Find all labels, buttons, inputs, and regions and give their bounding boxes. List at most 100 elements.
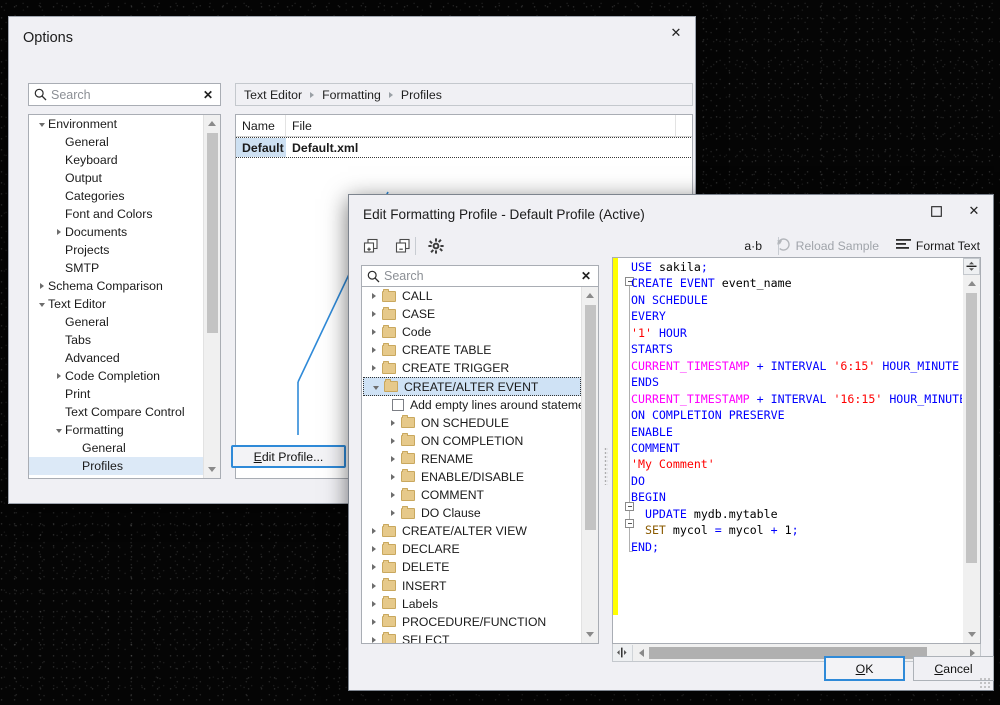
chevron-right-icon[interactable] bbox=[52, 229, 65, 235]
breadcrumb-item[interactable]: Text Editor bbox=[244, 88, 302, 102]
formatting-search-box[interactable]: ✕ bbox=[361, 265, 599, 287]
scroll-down-icon[interactable] bbox=[204, 461, 220, 478]
sidebar-item-smtp[interactable]: SMTP bbox=[29, 259, 203, 277]
formatting-tree[interactable]: CALL CASE Code CREATE TABLE CREATE TRIGGER CR… bbox=[362, 287, 582, 643]
expand-all-icon[interactable] bbox=[358, 233, 384, 259]
sidebar-item-text-editor[interactable]: Text Editor bbox=[29, 295, 203, 313]
scroll-down-icon[interactable] bbox=[582, 626, 598, 643]
sidebar-item-general[interactable]: General bbox=[29, 133, 203, 151]
column-header-file[interactable]: File bbox=[286, 115, 676, 136]
column-header-name[interactable]: Name bbox=[236, 115, 286, 136]
scroll-down-icon[interactable] bbox=[963, 626, 980, 643]
sidebar-item-schema-comparison[interactable]: Schema Comparison bbox=[29, 277, 203, 295]
format-text-button[interactable]: Format Text bbox=[891, 233, 985, 259]
chevron-right-icon[interactable] bbox=[366, 546, 382, 553]
sql-code[interactable]: USE sakila; CREATE EVENT event_name ON SCH… bbox=[631, 259, 962, 615]
ab-toggle-button[interactable]: a·b bbox=[739, 233, 767, 259]
scroll-up-icon[interactable] bbox=[582, 287, 598, 304]
chevron-right-icon[interactable] bbox=[385, 473, 401, 480]
chevron-down-icon[interactable] bbox=[52, 428, 65, 433]
sidebar-item-text-compare-control[interactable]: Text Compare Control bbox=[29, 403, 203, 421]
tree-item-on-schedule[interactable]: ON SCHEDULE bbox=[362, 414, 582, 432]
tree-item-delete[interactable]: DELETE bbox=[362, 558, 582, 576]
tree-item-select[interactable]: SELECT bbox=[362, 631, 582, 643]
scroll-up-icon[interactable] bbox=[963, 275, 980, 292]
editor-vertical-scrollbar[interactable] bbox=[963, 275, 980, 643]
clear-icon[interactable]: ✕ bbox=[574, 269, 598, 283]
scroll-left-icon[interactable] bbox=[633, 648, 649, 657]
sidebar-item-general[interactable]: General bbox=[29, 313, 203, 331]
table-row[interactable]: Default Default.xml bbox=[236, 137, 692, 158]
options-tree[interactable]: Environment General Keyboard Output Categori… bbox=[29, 115, 203, 478]
chevron-right-icon[interactable] bbox=[35, 283, 48, 289]
reload-sample-button[interactable]: Reload Sample bbox=[771, 233, 884, 259]
scroll-up-icon[interactable] bbox=[204, 115, 220, 132]
chevron-right-icon[interactable] bbox=[366, 600, 382, 607]
sidebar-item-font-and-colors[interactable]: Font and Colors bbox=[29, 205, 203, 223]
options-tree-scrollbar[interactable] bbox=[203, 115, 220, 478]
tree-item-call[interactable]: CALL bbox=[362, 287, 582, 305]
sidebar-item-print[interactable]: Print bbox=[29, 385, 203, 403]
chevron-right-icon[interactable] bbox=[366, 293, 382, 300]
sql-sample-editor[interactable]: USE sakila; CREATE EVENT event_name ON SCH… bbox=[612, 257, 981, 644]
sidebar-item-keyboard[interactable]: Keyboard bbox=[29, 151, 203, 169]
tree-item-on-completion[interactable]: ON COMPLETION bbox=[362, 432, 582, 450]
breadcrumb-item[interactable]: Profiles bbox=[401, 88, 442, 102]
scrollbar-thumb[interactable] bbox=[207, 133, 218, 333]
options-search-box[interactable]: ✕ bbox=[28, 83, 221, 106]
tree-item-create-alter-event[interactable]: CREATE/ALTER EVENT bbox=[363, 377, 581, 396]
sidebar-item-projects[interactable]: Projects bbox=[29, 241, 203, 259]
sidebar-item-documents[interactable]: Documents bbox=[29, 223, 203, 241]
sidebar-item-general[interactable]: General bbox=[29, 439, 203, 457]
tree-item-labels[interactable]: Labels bbox=[362, 595, 582, 613]
chevron-down-icon[interactable] bbox=[368, 385, 384, 390]
tree-item-create-table[interactable]: CREATE TABLE bbox=[362, 341, 582, 359]
tree-item-insert[interactable]: INSERT bbox=[362, 577, 582, 595]
tree-item-declare[interactable]: DECLARE bbox=[362, 540, 582, 558]
editor-split-handle[interactable] bbox=[963, 258, 980, 275]
chevron-right-icon[interactable] bbox=[385, 419, 401, 426]
chevron-right-icon[interactable] bbox=[366, 582, 382, 589]
pane-splitter[interactable] bbox=[601, 287, 611, 644]
ok-button[interactable]: OK bbox=[824, 656, 905, 681]
tree-item-do-clause[interactable]: DO Clause bbox=[362, 504, 582, 522]
chevron-right-icon[interactable] bbox=[385, 492, 401, 499]
tree-item-code[interactable]: Code bbox=[362, 323, 582, 341]
chevron-right-icon[interactable] bbox=[385, 437, 401, 444]
tree-item-add-empty-lines-around-statement[interactable]: Add empty lines around statement bbox=[362, 396, 582, 414]
tree-item-enable-disable[interactable]: ENABLE/DISABLE bbox=[362, 468, 582, 486]
chevron-right-icon[interactable] bbox=[366, 347, 382, 354]
chevron-right-icon[interactable] bbox=[385, 510, 401, 517]
chevron-down-icon[interactable] bbox=[35, 302, 48, 307]
sidebar-item-profiles[interactable]: Profiles bbox=[29, 457, 203, 475]
tree-item-rename[interactable]: RENAME bbox=[362, 450, 582, 468]
formatting-search-input[interactable] bbox=[384, 269, 574, 283]
sidebar-item-categories[interactable]: Categories bbox=[29, 187, 203, 205]
resize-grip[interactable] bbox=[979, 677, 991, 689]
editor-vertical-split-handle[interactable] bbox=[613, 644, 633, 661]
chevron-right-icon[interactable] bbox=[385, 455, 401, 462]
chevron-right-icon[interactable] bbox=[52, 373, 65, 379]
formatting-tree-scrollbar[interactable] bbox=[581, 287, 598, 643]
scrollbar-thumb[interactable] bbox=[585, 305, 596, 530]
options-close-button[interactable]: ✕ bbox=[657, 17, 695, 49]
clear-icon[interactable]: ✕ bbox=[196, 88, 220, 102]
sidebar-item-advanced[interactable]: Advanced bbox=[29, 349, 203, 367]
collapse-all-icon[interactable] bbox=[390, 233, 416, 259]
chevron-right-icon[interactable] bbox=[366, 636, 382, 643]
chevron-right-icon[interactable] bbox=[366, 311, 382, 318]
chevron-right-icon[interactable] bbox=[366, 528, 382, 535]
edit-profile-button[interactable]: Edit Profile... bbox=[231, 445, 346, 468]
tree-item-create-trigger[interactable]: CREATE TRIGGER bbox=[362, 359, 582, 377]
options-search-input[interactable] bbox=[51, 87, 196, 102]
maximize-icon[interactable] bbox=[917, 195, 955, 227]
sidebar-item-formatting[interactable]: Formatting bbox=[29, 421, 203, 439]
tree-item-comment[interactable]: COMMENT bbox=[362, 486, 582, 504]
tree-item-case[interactable]: CASE bbox=[362, 305, 582, 323]
edit-dialog-close-button[interactable]: ✕ bbox=[955, 195, 993, 227]
chevron-right-icon[interactable] bbox=[366, 564, 382, 571]
sidebar-item-code-completion[interactable]: Code Completion bbox=[29, 367, 203, 385]
sidebar-item-environment[interactable]: Environment bbox=[29, 115, 203, 133]
sidebar-item-tabs[interactable]: Tabs bbox=[29, 331, 203, 349]
folding-margin[interactable] bbox=[618, 258, 634, 615]
